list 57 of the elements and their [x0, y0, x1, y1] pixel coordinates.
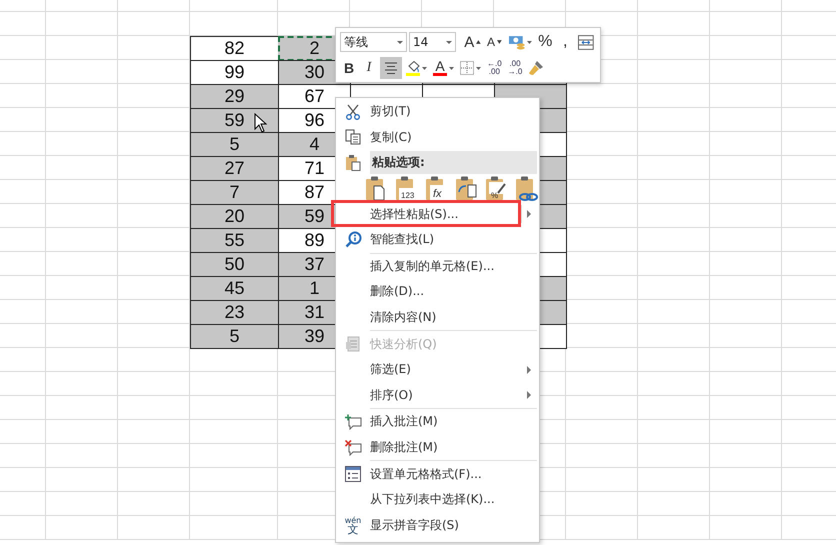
italic-button[interactable]: I — [360, 57, 378, 79]
caret-icon — [527, 40, 532, 44]
brush-icon — [528, 60, 544, 76]
format-cells-icon — [345, 466, 361, 482]
font-name-dropdown[interactable]: 等线 — [340, 32, 407, 52]
submenu-arrow-icon — [527, 210, 531, 218]
menu-item[interactable]: 筛选(E) — [336, 356, 539, 383]
align-center-icon — [384, 62, 398, 74]
borders-icon — [460, 61, 474, 75]
decrease-font-button[interactable]: A — [484, 31, 504, 53]
paste-option-button[interactable] — [455, 176, 478, 202]
caret-icon — [476, 66, 481, 70]
paste-option-button[interactable] — [515, 176, 538, 202]
font-size-dropdown[interactable]: 14 — [408, 32, 456, 52]
paint-bucket-icon — [406, 60, 420, 72]
clipboard-icon — [345, 154, 361, 172]
table-icon — [578, 34, 594, 50]
table-cell: 7 — [190, 180, 279, 205]
format-button[interactable]: , — [556, 31, 574, 53]
menu-item[interactable]: 从下拉列表中选择(K)... — [336, 486, 539, 512]
caret-down-icon — [496, 40, 502, 44]
table-cell: 29 — [190, 84, 279, 109]
decimal-places-button[interactable]: ←.0 .00 — [485, 57, 504, 79]
add-comment-icon — [344, 414, 362, 430]
caret-up-icon — [476, 40, 481, 44]
menu-item[interactable]: 删除批注(M) — [336, 434, 539, 460]
caret-icon — [422, 66, 427, 70]
menu-item[interactable]: 设置单元格格式(F)... — [336, 461, 539, 487]
format-button[interactable]: % — [536, 31, 554, 53]
document-icon — [345, 336, 361, 352]
magnifier-icon — [344, 231, 362, 248]
increase-font-button[interactable]: A — [462, 31, 483, 53]
table-cell: 27 — [190, 156, 279, 181]
copy-icon — [345, 129, 361, 146]
table-cell: 20 — [190, 204, 279, 229]
section-header: 粘贴选项: — [370, 151, 537, 174]
scissors-icon — [345, 104, 361, 120]
menu-item[interactable]: 插入批注(M) — [336, 409, 539, 435]
money-icon — [508, 34, 526, 50]
submenu-arrow-icon — [527, 366, 531, 374]
table-cell: 5 — [190, 324, 279, 349]
decimal-places-button[interactable]: .00 →.0 — [506, 57, 524, 79]
mouse-cursor-icon — [254, 113, 267, 133]
table-cell: 55 — [190, 228, 279, 253]
align-center-button[interactable] — [380, 57, 402, 79]
table-cell: 50 — [190, 252, 279, 277]
table-cell: 99 — [190, 60, 279, 85]
menu-item[interactable]: 排序(O) — [336, 382, 539, 408]
pinyin-icon: wén 文 — [344, 516, 362, 534]
submenu-arrow-icon — [527, 391, 531, 400]
table-cell: 82 — [190, 36, 279, 61]
delete-comment-icon — [344, 440, 362, 456]
table-cell: 5 — [190, 132, 279, 157]
caret-icon — [449, 66, 454, 70]
font-color-button[interactable]: A — [431, 57, 456, 79]
table-cell: 45 — [190, 276, 279, 301]
table-cell: 23 — [190, 300, 279, 325]
